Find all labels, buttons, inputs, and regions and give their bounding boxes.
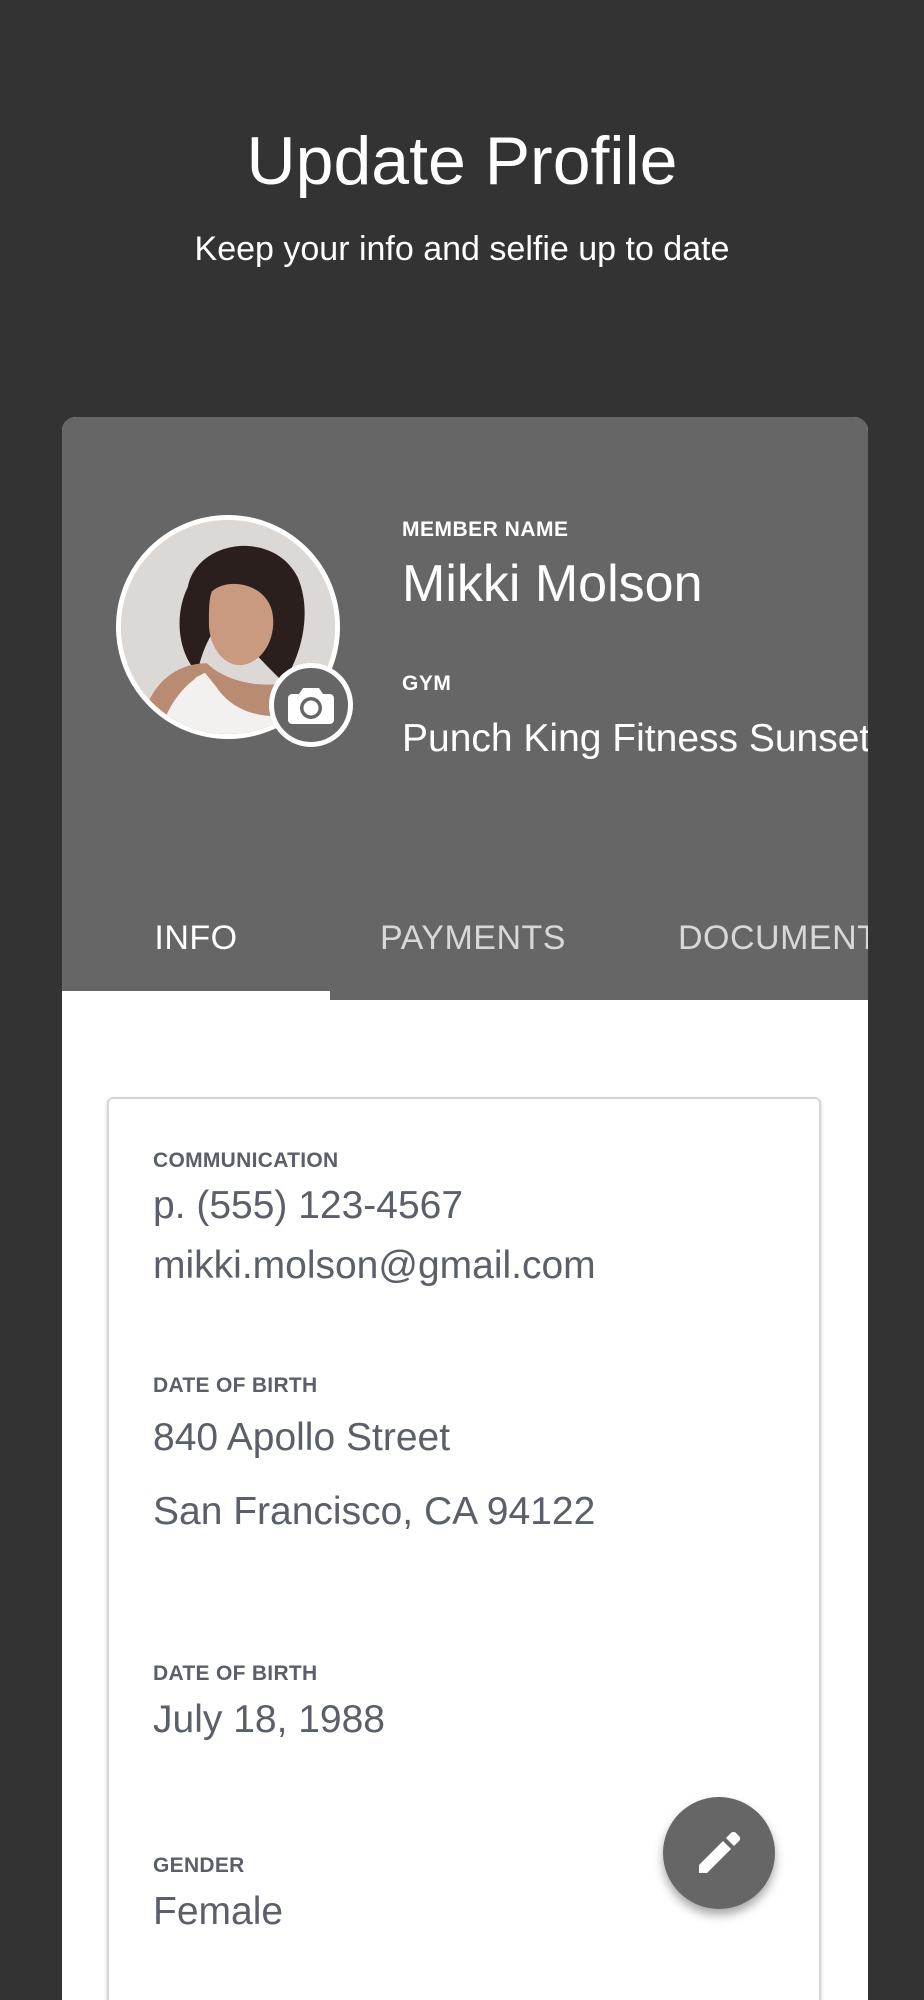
dob-label: DATE OF BIRTH [153, 1662, 318, 1685]
communication-label: COMMUNICATION [153, 1149, 339, 1172]
address-line1: 840 Apollo Street [153, 1416, 451, 1459]
tab-documents[interactable]: DOCUMENTS [678, 877, 868, 1000]
gym-name: Punch King Fitness Sunset [402, 717, 868, 760]
member-name: Mikki Molson [402, 555, 703, 613]
gender-label: GENDER [153, 1854, 245, 1877]
tab-info[interactable]: INFO [62, 877, 330, 1000]
phone-value: p. (555) 123-4567 [153, 1184, 464, 1227]
tab-payments[interactable]: PAYMENTS [330, 877, 616, 1000]
camera-icon [288, 688, 334, 724]
profile-card: MEMBER NAME Mikki Molson GYM Punch King … [62, 417, 868, 2000]
gym-label: GYM [402, 672, 452, 695]
dob-value: July 18, 1988 [153, 1698, 386, 1741]
change-photo-button[interactable] [269, 663, 353, 747]
pencil-icon [699, 1831, 741, 1873]
profile-card-header: MEMBER NAME Mikki Molson GYM Punch King … [62, 417, 868, 1000]
address-line2: San Francisco, CA 94122 [153, 1490, 596, 1533]
gender-value: Female [153, 1890, 284, 1933]
address-label: DATE OF BIRTH [153, 1374, 318, 1397]
page-title: Update Profile [246, 123, 678, 199]
active-tab-indicator [62, 991, 330, 1000]
edit-profile-button[interactable] [663, 1797, 775, 1909]
email-value: mikki.molson@gmail.com [153, 1244, 596, 1287]
page-subtitle: Keep your info and selfie up to date [194, 230, 730, 268]
member-name-label: MEMBER NAME [402, 518, 569, 541]
